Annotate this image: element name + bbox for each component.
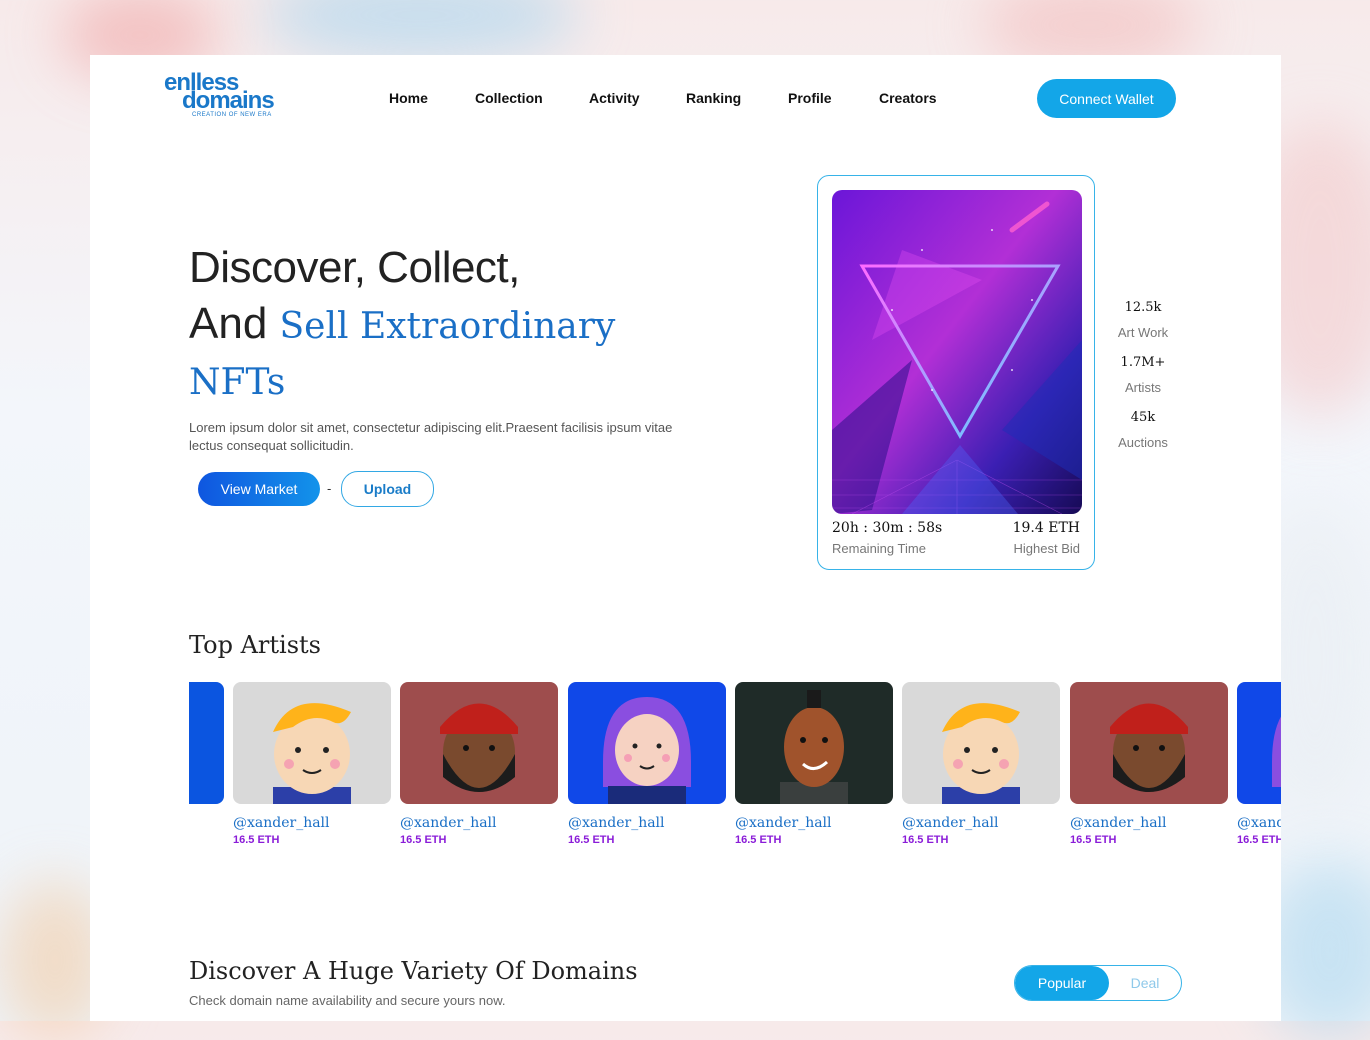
- artist-handle: @xander_hall: [1070, 815, 1167, 831]
- stat-auctions-value: 45k: [1130, 410, 1156, 425]
- connect-wallet-button[interactable]: Connect Wallet: [1037, 79, 1176, 118]
- artist-avatar: [1070, 682, 1228, 804]
- tab-deal[interactable]: Deal: [1109, 966, 1181, 1000]
- artist-avatar: [233, 682, 391, 804]
- artist-card-partial-left[interactable]: [189, 682, 224, 804]
- hero-title-highlight: Sell Extraordinary: [279, 306, 616, 347]
- featured-nft-image: [832, 190, 1082, 514]
- nav-activity[interactable]: Activity: [589, 90, 640, 106]
- hero-title-line-2: And Sell Extraordinary: [189, 299, 615, 352]
- artist-card[interactable]: @xander_hall 16.5 ETH: [902, 682, 1060, 846]
- artist-price: 16.5 ETH: [233, 834, 280, 846]
- artist-handle: @xander_hall: [1237, 815, 1281, 831]
- artist-avatar: [735, 682, 893, 804]
- nav-profile[interactable]: Profile: [788, 90, 832, 106]
- stat-artwork-value: 12.5k: [1124, 300, 1162, 315]
- artist-handle: @xander_hall: [902, 815, 999, 831]
- stat-artists-label: Artists: [1124, 380, 1162, 395]
- button-separator: -: [327, 481, 332, 496]
- hero-title-line-3: NFTs: [189, 362, 286, 403]
- artist-handle: @xander_hall: [400, 815, 497, 831]
- nav-ranking[interactable]: Ranking: [686, 90, 741, 106]
- artist-card[interactable]: @xander_hall 16.5 ETH: [735, 682, 893, 846]
- logo-tagline: CREATION OF NEW ERA: [192, 112, 272, 118]
- artist-card[interactable]: @xander_hall 16.5 ETH: [400, 682, 558, 846]
- highest-bid-label: Highest Bid: [1013, 541, 1080, 556]
- brand-logo[interactable]: enlless domains CREATION OF NEW ERA: [164, 71, 284, 121]
- artist-price: 16.5 ETH: [902, 834, 949, 846]
- artist-card[interactable]: @xander_hall 16.5 ETH: [233, 682, 391, 846]
- nav-home[interactable]: Home: [389, 90, 428, 106]
- landing-page: enlless domains CREATION OF NEW ERA Home…: [90, 55, 1281, 1021]
- stat-auctions-label: Auctions: [1118, 435, 1168, 450]
- domain-filter-toggle: Popular Deal: [1014, 965, 1182, 1001]
- highest-bid-value: 19.4 ETH: [1012, 520, 1080, 536]
- artist-card[interactable]: @xander_hall 16.5 ETH: [1070, 682, 1228, 846]
- remaining-time-label: Remaining Time: [832, 541, 926, 556]
- hero-title-prefix: And: [189, 299, 280, 348]
- nav-collection[interactable]: Collection: [475, 90, 543, 106]
- stat-artists-value: 1.7M+: [1120, 355, 1166, 370]
- artist-avatar: [1237, 682, 1281, 804]
- artist-card[interactable]: @xander_hall 16.5 ETH: [1237, 682, 1281, 846]
- view-market-button[interactable]: View Market: [198, 472, 320, 506]
- artist-avatar: [902, 682, 1060, 804]
- domains-subtitle: Check domain name availability and secur…: [189, 993, 506, 1008]
- artist-price: 16.5 ETH: [1237, 834, 1281, 846]
- logo-line-2: domains: [182, 87, 275, 114]
- top-artists-title: Top Artists: [189, 631, 321, 659]
- artist-handle: @xander_hall: [233, 815, 330, 831]
- remaining-time-value: 20h : 30m : 58s: [832, 520, 943, 536]
- artist-price: 16.5 ETH: [400, 834, 447, 846]
- featured-nft-card[interactable]: 20h : 30m : 58s Remaining Time 19.4 ETH …: [817, 175, 1095, 570]
- tab-popular[interactable]: Popular: [1015, 966, 1109, 1000]
- artist-price: 16.5 ETH: [1070, 834, 1117, 846]
- stat-artwork-label: Art Work: [1117, 325, 1169, 340]
- artist-avatar: [400, 682, 558, 804]
- artist-price: 16.5 ETH: [568, 834, 615, 846]
- artist-handle: @xander_hall: [568, 815, 665, 831]
- upload-button[interactable]: Upload: [341, 471, 434, 507]
- artist-avatar: [568, 682, 726, 804]
- hero-description: Lorem ipsum dolor sit amet, consectetur …: [189, 420, 673, 453]
- hero-title-line-1: Discover, Collect,: [189, 243, 520, 292]
- artist-handle: @xander_hall: [735, 815, 832, 831]
- domains-title: Discover A Huge Variety Of Domains: [189, 957, 638, 985]
- artist-price: 16.5 ETH: [735, 834, 782, 846]
- artist-card[interactable]: @xander_hall 16.5 ETH: [568, 682, 726, 846]
- nav-creators[interactable]: Creators: [879, 90, 937, 106]
